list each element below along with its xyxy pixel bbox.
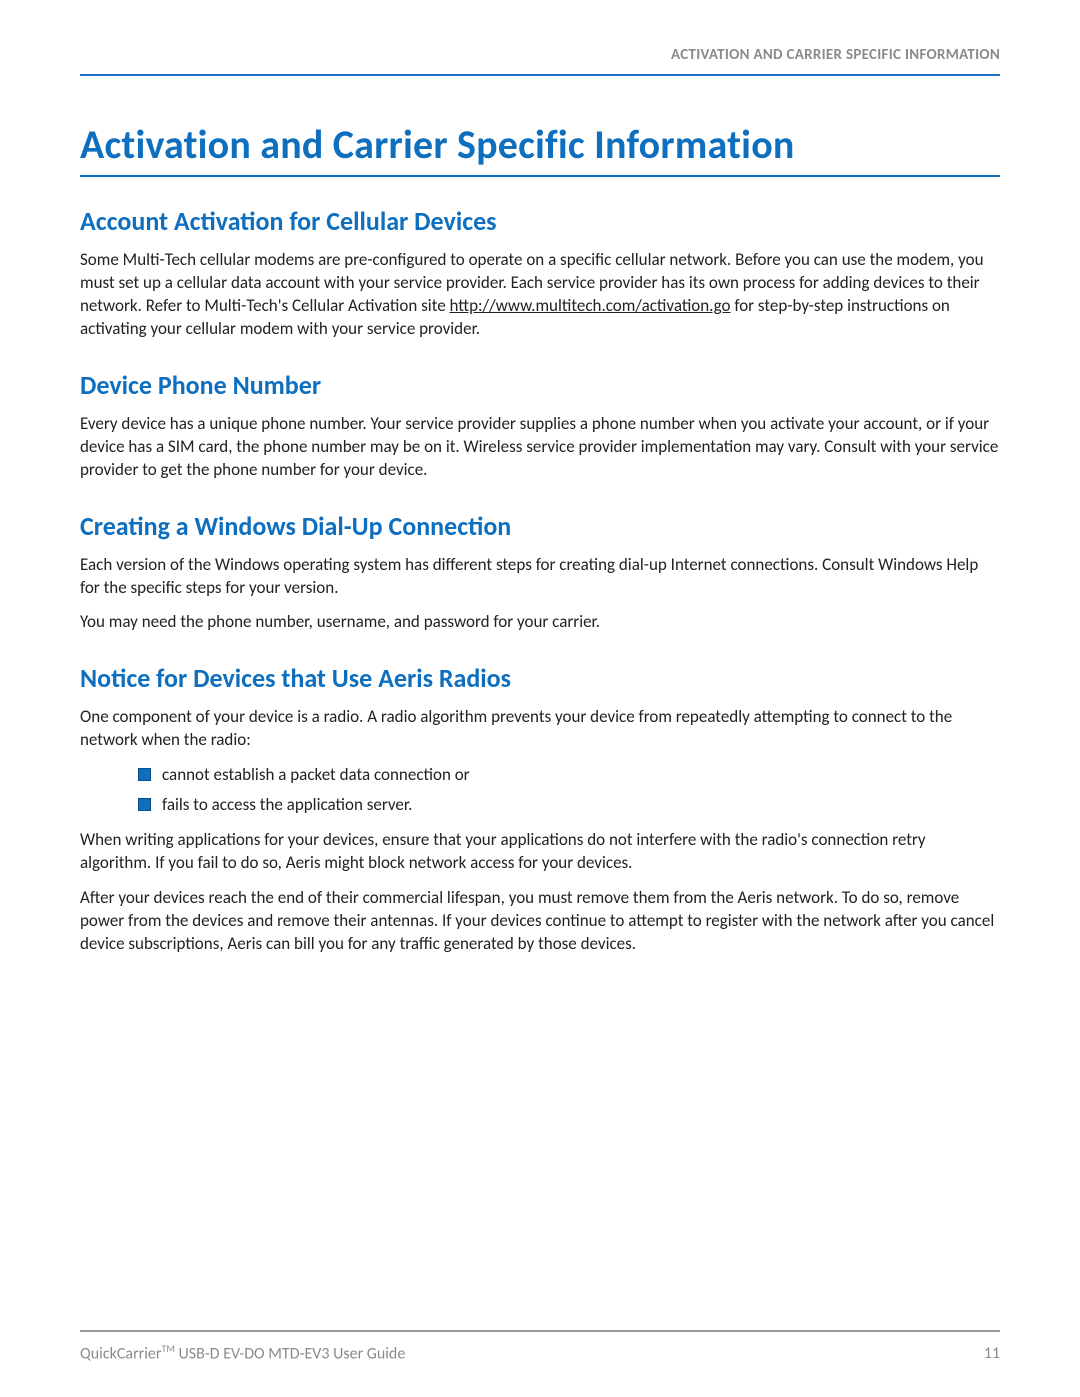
footer-title: QuickCarrierTM USB-D EV-DO MTD-EV3 User … — [80, 1342, 405, 1363]
paragraph: Each version of the Windows operating sy… — [80, 554, 1000, 600]
page-number: 11 — [984, 1344, 1000, 1363]
paragraph: Every device has a unique phone number. … — [80, 413, 1000, 482]
footer-rule — [80, 1330, 1000, 1332]
bullet-list: cannot establish a packet data connectio… — [138, 762, 1000, 817]
activation-link[interactable]: http://www.multitech.com/activation.go — [450, 295, 731, 316]
paragraph: One component of your device is a radio.… — [80, 706, 1000, 752]
paragraph: When writing applications for your devic… — [80, 829, 1000, 875]
header-rule — [80, 74, 1000, 76]
title-rule — [80, 175, 1000, 177]
section-heading-aeris: Notice for Devices that Use Aeris Radios — [80, 662, 1000, 694]
page-title: Activation and Carrier Specific Informat… — [80, 120, 1000, 169]
trademark-symbol: TM — [161, 1342, 174, 1355]
footer-product: QuickCarrier — [80, 1344, 161, 1363]
paragraph: After your devices reach the end of thei… — [80, 887, 1000, 956]
document-page: ACTIVATION AND CARRIER SPECIFIC INFORMAT… — [0, 0, 1080, 1397]
list-item: cannot establish a packet data connectio… — [138, 762, 1000, 788]
page-footer: QuickCarrierTM USB-D EV-DO MTD-EV3 User … — [80, 1330, 1000, 1363]
paragraph: You may need the phone number, username,… — [80, 611, 1000, 634]
paragraph: Some Multi-Tech cellular modems are pre-… — [80, 249, 1000, 341]
section-heading-account-activation: Account Activation for Cellular Devices — [80, 205, 1000, 237]
running-header: ACTIVATION AND CARRIER SPECIFIC INFORMAT… — [80, 46, 1000, 72]
section-heading-dialup: Creating a Windows Dial-Up Connection — [80, 510, 1000, 542]
footer-subtitle: USB-D EV-DO MTD-EV3 User Guide — [175, 1344, 405, 1363]
section-heading-device-phone-number: Device Phone Number — [80, 369, 1000, 401]
list-item: fails to access the application server. — [138, 792, 1000, 818]
